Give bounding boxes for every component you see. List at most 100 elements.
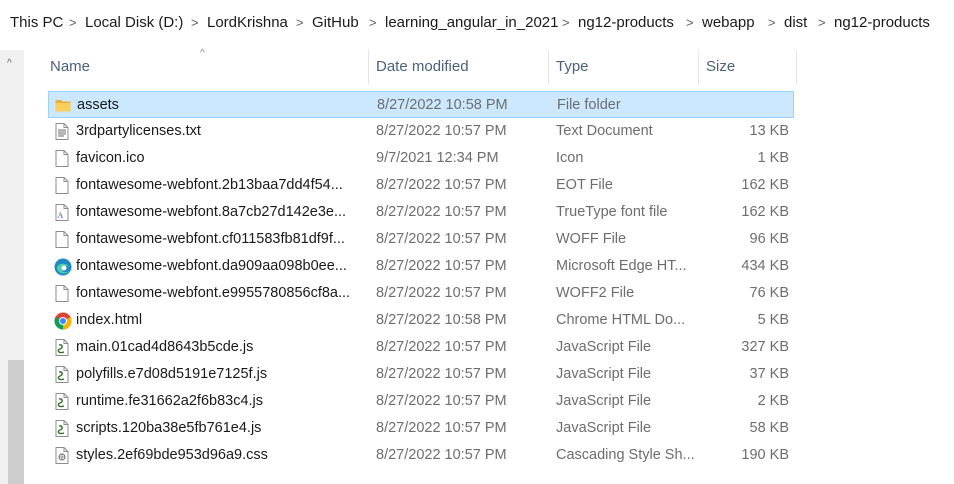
file-date-modified: 8/27/2022 10:57 PM <box>376 258 507 274</box>
script-file-icon <box>54 339 70 356</box>
file-date-modified: 8/27/2022 10:57 PM <box>376 420 507 436</box>
file-type: WOFF File <box>556 231 627 247</box>
chevron-right-icon[interactable]: > <box>296 15 304 31</box>
file-date-modified: 8/27/2022 10:57 PM <box>376 231 507 247</box>
file-size: 58 KB <box>749 420 790 436</box>
script-file-icon <box>54 393 70 410</box>
breadcrumb-item[interactable]: ng12-products <box>834 14 930 32</box>
column-divider[interactable] <box>368 50 369 84</box>
file-size: 2 KB <box>757 393 789 409</box>
column-header-type[interactable]: Type <box>550 50 698 86</box>
file-date-modified: 8/27/2022 10:57 PM <box>376 393 507 409</box>
folder-icon <box>55 97 71 114</box>
file-type: Cascading Style Sh... <box>556 447 695 463</box>
table-row[interactable]: favicon.ico 9/7/2021 12:34 PM Icon 1 KB <box>48 145 794 172</box>
file-size: 434 KB <box>741 258 789 274</box>
column-header-size-label: Size <box>706 58 736 75</box>
file-type: JavaScript File <box>556 393 652 409</box>
column-header-date-label: Date modified <box>376 58 469 75</box>
chrome-icon <box>54 312 72 330</box>
file-type: WOFF2 File <box>556 285 635 301</box>
file-date-modified: 8/27/2022 10:57 PM <box>376 339 507 355</box>
breadcrumb-item[interactable]: learning_angular_in_2021 <box>385 14 558 32</box>
file-size: 5 KB <box>757 312 789 328</box>
table-row[interactable]: 3rdpartylicenses.txt 8/27/2022 10:57 PM Te… <box>48 118 794 145</box>
column-divider[interactable] <box>548 50 549 84</box>
file-name: fontawesome-webfont.da909aa098b0ee... <box>76 258 347 274</box>
file-type: EOT File <box>556 177 613 193</box>
file-name: 3rdpartylicenses.txt <box>76 123 201 139</box>
breadcrumb: This PC > Local Disk (D:) > LordKrishna > GitH… <box>0 0 954 46</box>
table-row[interactable]: Afontawesome-webfont.8a7cb27d142e3e... 8/… <box>48 199 794 226</box>
file-size: 37 KB <box>749 366 790 382</box>
blank-file-icon <box>54 177 70 194</box>
table-row[interactable]: index.html 8/27/2022 10:58 PM Chrome HTML … <box>48 307 794 334</box>
blank-file-icon <box>54 231 70 248</box>
table-row[interactable]: fontawesome-webfont.2b13baa7dd4f54... 8/2… <box>48 172 794 199</box>
breadcrumb-item[interactable]: LordKrishna <box>207 14 288 32</box>
breadcrumb-item[interactable]: This PC <box>10 14 63 32</box>
file-size <box>699 92 790 119</box>
column-divider[interactable] <box>698 50 699 84</box>
file-size: 96 KB <box>749 231 790 247</box>
file-name: index.html <box>76 312 143 328</box>
column-header-date[interactable]: Date modified <box>370 50 548 86</box>
chevron-right-icon[interactable]: > <box>369 15 377 31</box>
css-file-icon <box>54 447 70 464</box>
file-name: styles.2ef69bde953d96a9.css <box>76 447 268 463</box>
file-size: 1 KB <box>757 150 789 166</box>
column-divider[interactable] <box>796 50 797 84</box>
file-type: TrueType font file <box>556 204 668 220</box>
file-date-modified: 8/27/2022 10:58 PM <box>377 97 508 113</box>
chevron-right-icon[interactable]: > <box>69 15 77 31</box>
file-name: polyfills.e7d08d5191e7125f.js <box>76 366 268 382</box>
table-row[interactable]: styles.2ef69bde953d96a9.css 8/27/2022 10:… <box>48 442 794 469</box>
scrollbar-thumb[interactable] <box>8 360 24 484</box>
text-file-icon <box>54 123 70 140</box>
scroll-up-arrow[interactable]: ^ <box>7 58 12 69</box>
file-type: Text Document <box>556 123 653 139</box>
chevron-right-icon[interactable]: > <box>768 15 776 31</box>
file-type: JavaScript File <box>556 366 652 382</box>
font-file-icon: A <box>54 204 70 221</box>
chevron-right-icon[interactable]: > <box>562 15 570 31</box>
file-name: assets <box>77 97 119 113</box>
table-row[interactable]: runtime.fe31662a2f6b83c4.js 8/27/2022 10:… <box>48 388 794 415</box>
chevron-right-icon[interactable]: > <box>686 15 694 31</box>
table-row[interactable]: polyfills.e7d08d5191e7125f.js 8/27/2022 1… <box>48 361 794 388</box>
file-name: fontawesome-webfont.cf011583fb81df9f... <box>76 231 345 247</box>
breadcrumb-item[interactable]: GitHub <box>312 14 359 32</box>
script-file-icon <box>54 366 70 383</box>
file-name: favicon.ico <box>76 150 145 166</box>
chevron-right-icon[interactable]: > <box>191 15 199 31</box>
column-header-name[interactable]: Name <box>44 50 370 86</box>
file-size: 13 KB <box>749 123 790 139</box>
svg-text:A: A <box>58 211 64 220</box>
file-date-modified: 8/27/2022 10:57 PM <box>376 447 507 463</box>
breadcrumb-item[interactable]: webapp <box>702 14 755 32</box>
file-date-modified: 8/27/2022 10:57 PM <box>376 285 507 301</box>
file-type: Chrome HTML Do... <box>556 312 686 328</box>
chevron-right-icon[interactable]: > <box>818 15 826 31</box>
column-header-size[interactable]: Size <box>700 50 796 86</box>
file-size: 76 KB <box>749 285 790 301</box>
table-row[interactable]: main.01cad4d8643b5cde.js 8/27/2022 10:57 … <box>48 334 794 361</box>
blank-file-icon <box>54 285 70 302</box>
column-header-type-label: Type <box>556 58 589 75</box>
file-type: JavaScript File <box>556 339 652 355</box>
file-name: fontawesome-webfont.8a7cb27d142e3e... <box>76 204 347 220</box>
table-row[interactable]: scripts.120ba38e5fb761e4.js 8/27/2022 10:… <box>48 415 794 442</box>
file-type: Microsoft Edge HT... <box>556 258 687 274</box>
script-file-icon <box>54 420 70 437</box>
breadcrumb-item[interactable]: dist <box>784 14 807 32</box>
breadcrumb-item[interactable]: Local Disk (D:) <box>85 14 183 32</box>
file-date-modified: 8/27/2022 10:57 PM <box>376 123 507 139</box>
table-row-selected[interactable]: assets 8/27/2022 10:58 PM File folder <box>48 91 794 118</box>
edge-icon <box>54 258 72 276</box>
table-row[interactable]: fontawesome-webfont.da909aa098b0ee... 8/2… <box>48 253 794 280</box>
table-row[interactable]: fontawesome-webfont.cf011583fb81df9f... 8… <box>48 226 794 253</box>
breadcrumb-item[interactable]: ng12-products <box>578 14 674 32</box>
nav-scrollbar[interactable]: ^ <box>0 50 24 484</box>
file-type: Icon <box>556 150 584 166</box>
table-row[interactable]: fontawesome-webfont.e9955780856cf8a... 8/… <box>48 280 794 307</box>
